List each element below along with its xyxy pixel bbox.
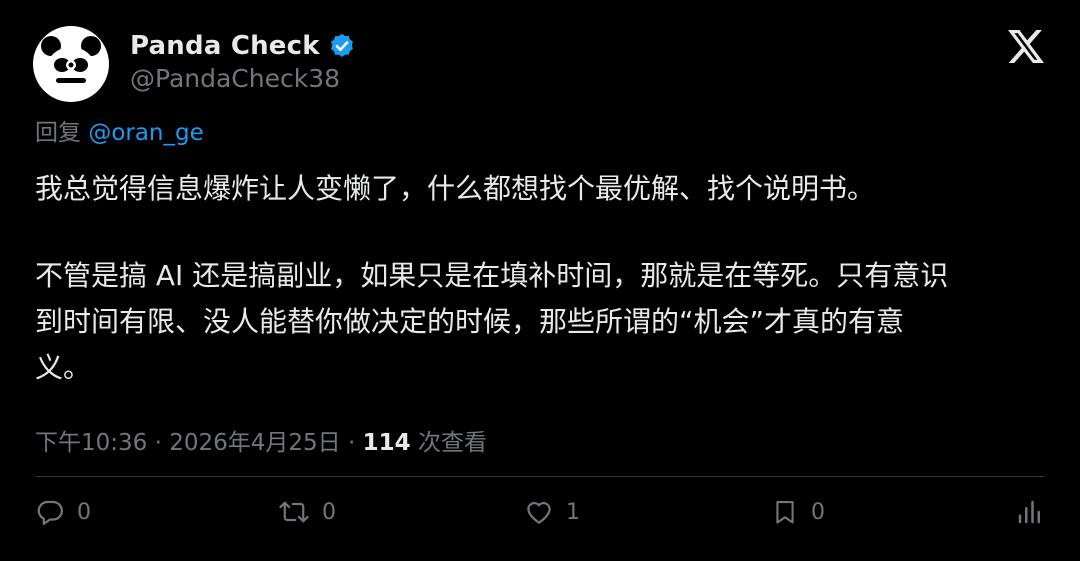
views-label: 次查看 xyxy=(417,430,487,456)
reply-context: 回复 @oran_ge xyxy=(35,113,204,147)
stats-icon xyxy=(1018,500,1040,524)
divider xyxy=(35,476,1045,477)
tweet-text: 我总觉得信息爆炸让人变懒了，什么都想找个最优解、找个说明书。 不管是搞 AI 还… xyxy=(35,166,1050,391)
x-logo-icon[interactable] xyxy=(1008,30,1044,63)
reply-mention-link[interactable]: @oran_ge xyxy=(88,120,203,146)
tweet-card: Panda Check @PandaCheck38 回复 @oran_ge 我总… xyxy=(0,0,1080,561)
like-count: 1 xyxy=(566,499,580,525)
meta-separator: · xyxy=(347,430,356,456)
like-icon xyxy=(527,501,551,524)
views-count: 114 xyxy=(362,430,411,456)
view-stats-button[interactable] xyxy=(1015,495,1045,529)
tweet-paragraph: 不管是搞 AI 还是搞副业，如果只是在填补时间，那就是在等死。只有意识 到时间有… xyxy=(35,259,949,384)
avatar[interactable] xyxy=(33,26,109,102)
author-name-row[interactable]: Panda Check xyxy=(130,28,356,64)
like-button[interactable]: 1 xyxy=(524,495,580,529)
tweet-paragraph: 我总觉得信息爆炸让人变懒了，什么都想找个最优解、找个说明书。 xyxy=(35,172,876,205)
tweet-date[interactable]: 2026年4月25日 xyxy=(169,430,340,456)
reply-button[interactable]: 0 xyxy=(35,495,91,529)
tweet-time[interactable]: 下午10:36 xyxy=(35,430,147,456)
retweet-count: 0 xyxy=(322,499,336,525)
tweet-meta: 下午10:36 · 2026年4月25日 · 114 次查看 xyxy=(35,423,487,457)
meta-separator: · xyxy=(154,430,162,456)
bookmark-count: 0 xyxy=(811,499,825,525)
reply-prefix: 回复 xyxy=(35,120,81,146)
reply-count: 0 xyxy=(77,499,91,525)
author-display-name[interactable]: Panda Check xyxy=(130,31,320,61)
reply-icon xyxy=(37,500,63,525)
bookmark-icon xyxy=(776,501,794,524)
author-handle[interactable]: @PandaCheck38 xyxy=(130,64,340,93)
retweet-button[interactable]: 0 xyxy=(278,495,336,529)
retweet-icon xyxy=(279,501,309,523)
bookmark-button[interactable]: 0 xyxy=(771,495,825,529)
verified-badge-icon xyxy=(330,33,353,57)
